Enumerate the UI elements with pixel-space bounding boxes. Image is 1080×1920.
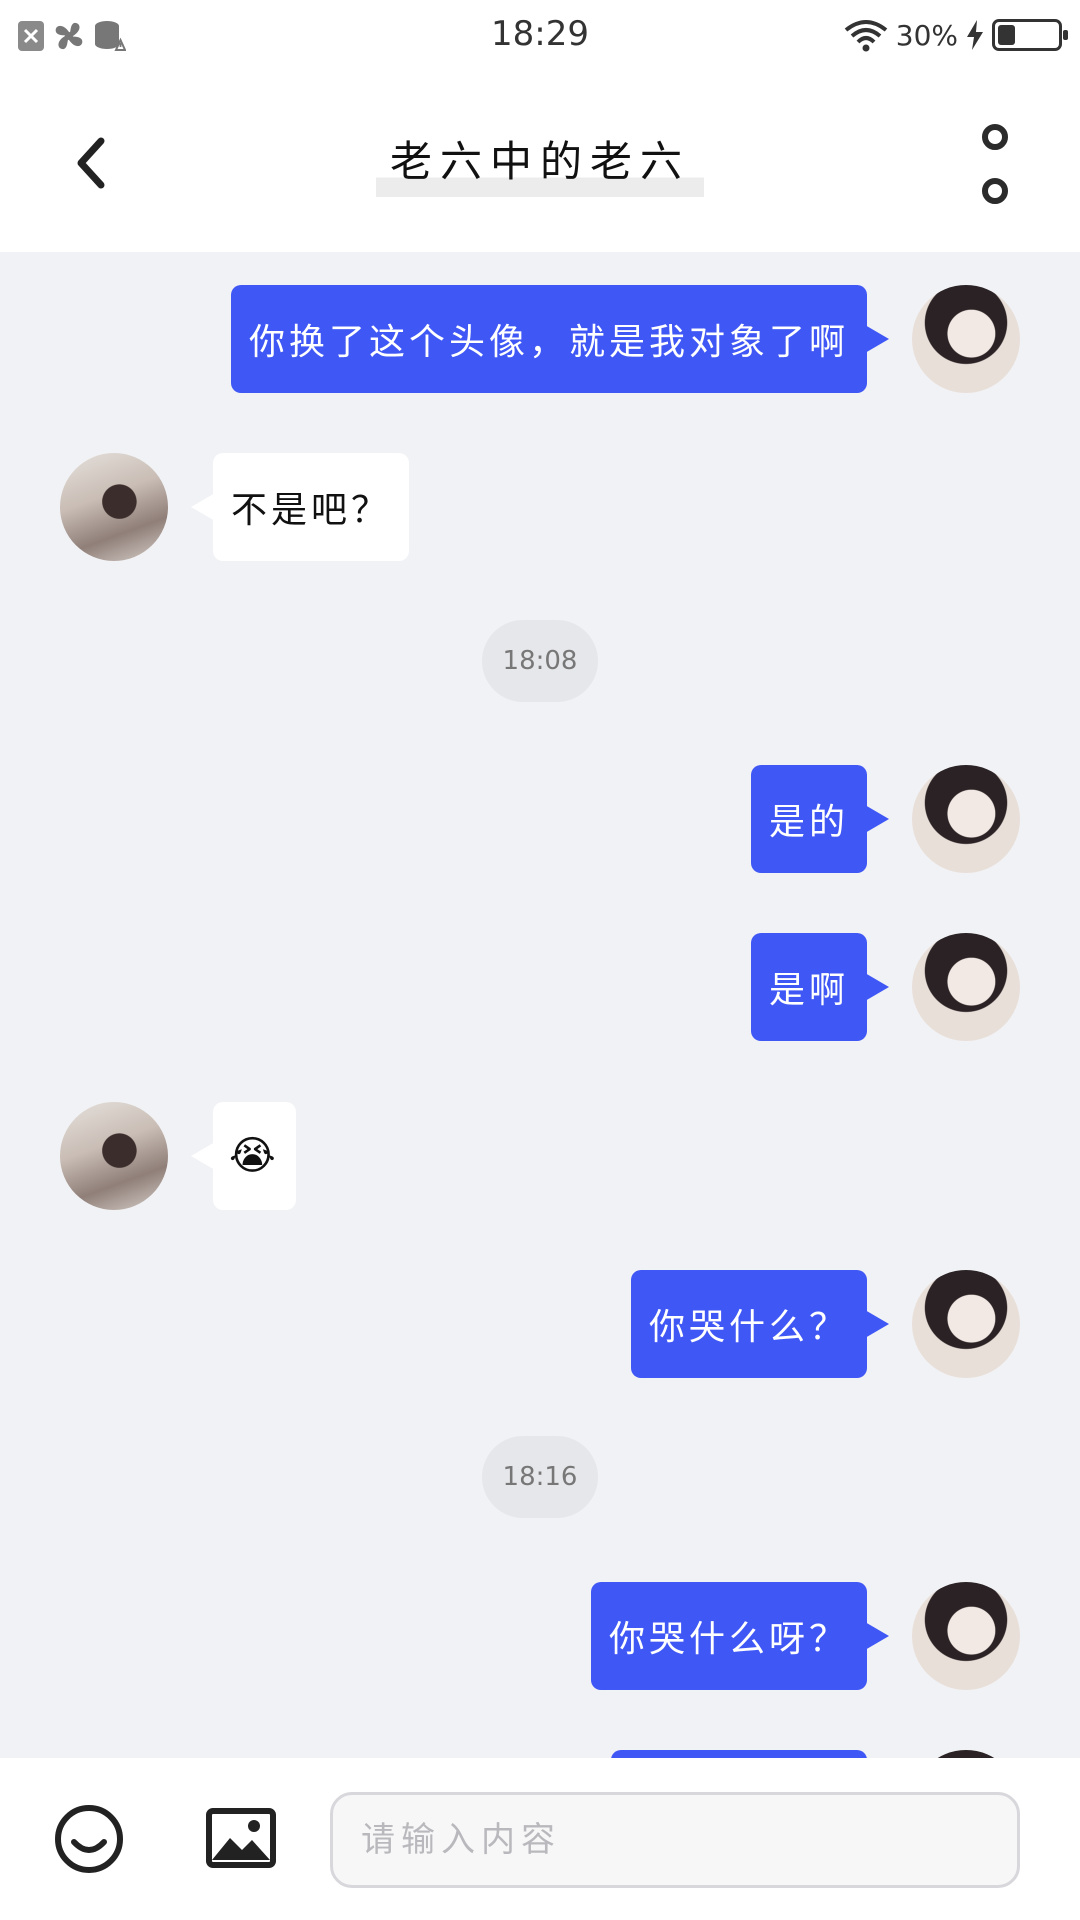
status-bar: 18:29 30% xyxy=(0,0,1080,76)
battery-icon xyxy=(992,19,1068,51)
message-row: 你哭什么呀？ xyxy=(0,1582,1080,1690)
my-avatar[interactable] xyxy=(912,933,1020,1041)
contact-avatar[interactable] xyxy=(60,1102,168,1210)
image-icon xyxy=(206,1808,276,1868)
more-button[interactable] xyxy=(970,124,1020,204)
chat-title: 老六中的老六 xyxy=(0,128,1080,197)
charging-bolt-icon xyxy=(967,20,983,50)
message-bubble-sent-partial[interactable] xyxy=(611,1750,867,1758)
message-bubble-sent[interactable]: 是啊 xyxy=(750,933,890,1041)
battery-percent: 30% xyxy=(895,18,958,52)
message-input[interactable] xyxy=(330,1792,1020,1888)
message-bubble-sent[interactable]: 你哭什么？ xyxy=(630,1270,890,1378)
contact-avatar[interactable] xyxy=(60,453,168,561)
more-vertical-icon-dot-top xyxy=(982,124,1008,150)
message-bubble-received[interactable]: 不是吧？ xyxy=(190,453,410,561)
message-row-partial xyxy=(0,1750,1080,1758)
message-row: 你哭什么？ xyxy=(0,1270,1080,1378)
message-row: 😭 xyxy=(0,1102,1080,1210)
message-bubble-sent[interactable]: 你换了这个头像，就是我对象了啊 xyxy=(230,285,890,393)
my-avatar[interactable] xyxy=(912,765,1020,873)
my-avatar[interactable] xyxy=(912,1582,1020,1690)
status-icons-right: 30% xyxy=(844,18,1068,52)
message-row: 是啊 xyxy=(0,933,1080,1041)
message-row: 不是吧？ xyxy=(0,453,1080,561)
my-avatar[interactable] xyxy=(912,285,1020,393)
message-row: 是的 xyxy=(0,765,1080,873)
message-bubble-sent[interactable]: 你哭什么呀？ xyxy=(590,1582,890,1690)
my-avatar[interactable] xyxy=(912,1750,1020,1758)
wifi-icon xyxy=(844,20,888,52)
image-button[interactable] xyxy=(206,1808,276,1868)
emoji-button[interactable] xyxy=(54,1804,124,1874)
chat-header: 老六中的老六 xyxy=(0,76,1080,252)
timestamp-divider: 18:08 xyxy=(482,620,598,702)
message-row: 你换了这个头像，就是我对象了啊 xyxy=(0,285,1080,393)
smiley-icon xyxy=(55,1805,123,1873)
timestamp-divider: 18:16 xyxy=(482,1436,598,1518)
more-vertical-icon-dot-bottom xyxy=(982,178,1008,204)
input-bar xyxy=(0,1758,1080,1920)
chat-title-text: 老六中的老六 xyxy=(375,128,704,197)
my-avatar[interactable] xyxy=(912,1270,1020,1378)
message-list[interactable]: 你换了这个头像，就是我对象了啊 不是吧？ 18:08 是的 是啊 😭 你哭什么？… xyxy=(0,252,1080,1758)
message-bubble-sent[interactable]: 是的 xyxy=(750,765,890,873)
message-bubble-received-emoji[interactable]: 😭 xyxy=(191,1102,296,1210)
battery-level-fill xyxy=(998,25,1015,45)
